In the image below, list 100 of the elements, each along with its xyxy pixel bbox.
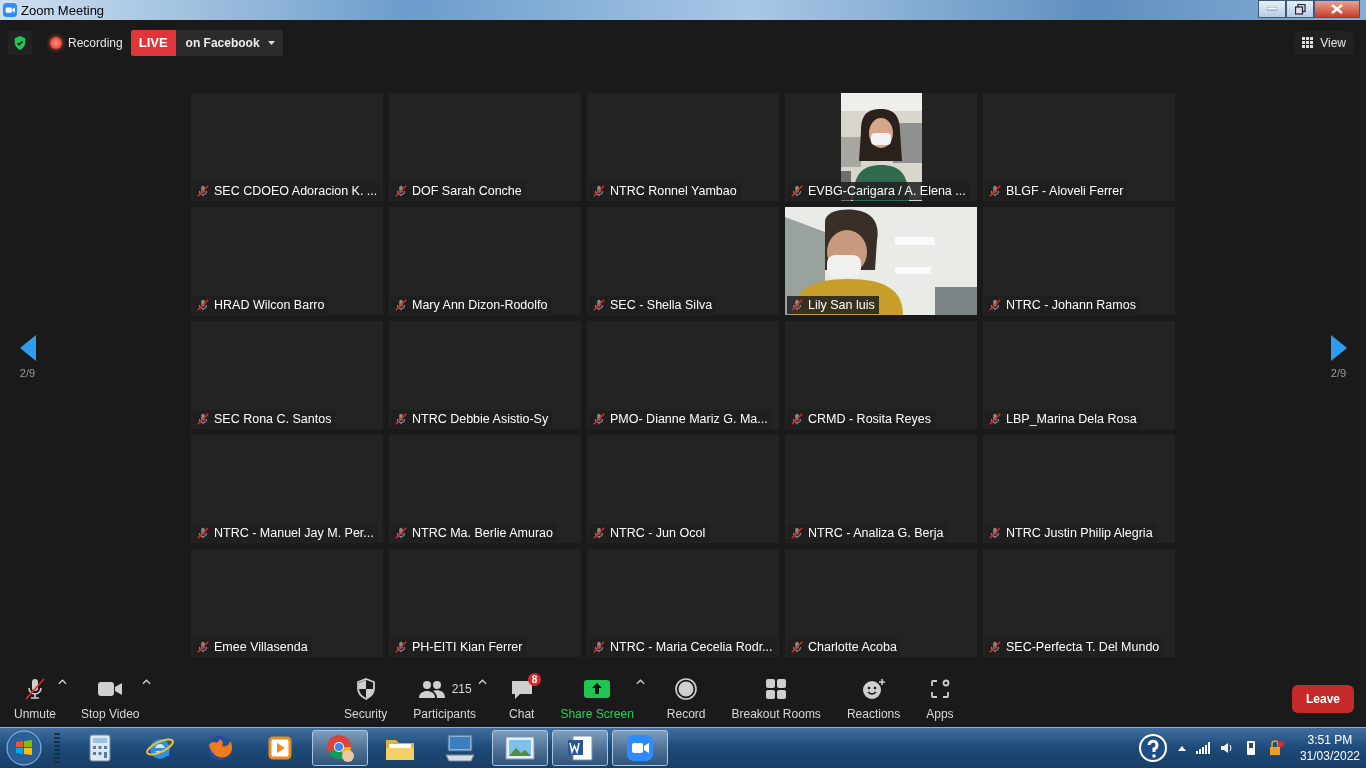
video-tile[interactable]: PH-EITI Kian Ferrer [389,549,581,657]
four-squares-icon [765,678,788,700]
participant-name: SEC-Perfecta T. Del Mundo [1006,640,1160,654]
video-tile[interactable]: Mary Ann Dizon-Rodolfo [389,207,581,315]
participant-name: NTRC Justin Philip Alegria [1006,526,1153,540]
video-tile[interactable]: NTRC - Jun Ocol [587,435,779,543]
video-tile[interactable]: PMO- Dianne Mariz G. Ma... [587,321,779,429]
security-badge[interactable] [8,30,32,55]
participant-name: SEC - Shella Silva [610,298,713,312]
participant-name: NTRC - Jun Ocol [610,526,706,540]
photo-viewer-icon [504,734,536,762]
smiley-plus-icon [861,678,886,700]
participant-name: Mary Ann Dizon-Rodolfo [412,298,548,312]
dropdown-caret-icon [267,40,275,45]
help-icon[interactable] [1137,733,1168,763]
video-tile[interactable]: SEC-Perfecta T. Del Mundo [983,549,1175,657]
toolbar-button[interactable]: Unmute [10,673,61,725]
speaker-icon[interactable] [1219,741,1234,755]
muted-microphone-icon [23,677,47,701]
live-stream-dropdown[interactable]: on Facebook [175,29,283,56]
minimize-icon [1267,7,1277,11]
people-icon [417,679,446,699]
toolbar-button[interactable]: Share Screen [556,673,638,725]
participant-name: NTRC Ma. Berlie Amurao [412,526,553,540]
video-tile[interactable]: DOF Sarah Conche [389,93,581,201]
participant-name: PH-EITI Kian Ferrer [412,640,523,654]
video-tile[interactable]: BLGF - Aloveli Ferrer [983,93,1175,201]
video-tile[interactable]: NTRC - Analiza G. Berja [785,435,977,543]
clock-time: 3:51 PM [1307,732,1353,748]
video-tile[interactable]: SEC Rona C. Santos [191,321,383,429]
taskbar-button[interactable] [492,730,548,766]
next-page-arrow-icon[interactable] [1330,335,1347,361]
caret-icon[interactable] [141,679,151,685]
video-tile[interactable]: Charlotte Acoba [785,549,977,657]
video-tile[interactable]: Lily San luis [785,207,977,315]
toolbar-button[interactable]: Record [662,673,710,725]
taskbar-button[interactable] [612,730,668,766]
video-tile[interactable]: SEC - Shella Silva [587,207,779,315]
record-icon [675,678,698,700]
previous-page-arrow-icon[interactable] [19,335,36,361]
close-icon [1331,4,1343,14]
video-tile[interactable]: NTRC - Johann Ramos [983,207,1175,315]
fox-globe-icon [205,733,235,763]
video-tile[interactable]: CRMD - Rosita Reyes [785,321,977,429]
video-tile[interactable]: NTRC Justin Philip Alegria [983,435,1175,543]
participant-name: EVBG-Carigara / A. Elena ... [808,184,966,198]
participant-name: CRMD - Rosita Reyes [808,412,931,426]
app-icon [3,3,17,17]
toolbar-button[interactable]: Reactions [842,673,905,725]
restore-button[interactable] [1286,0,1314,18]
video-tile[interactable]: LBP_Marina Dela Rosa [983,321,1175,429]
video-tile[interactable]: EVBG-Carigara / A. Elena ... [785,93,977,201]
toolbar-button[interactable]: Breakout Rooms [727,673,825,725]
video-tile[interactable]: NTRC - Maria Cecelia Rodr... [587,549,779,657]
toolbar-button[interactable]: 215 Participants [409,673,481,725]
start-orb-icon[interactable] [6,730,42,766]
participant-name: HRAD Wilcon Barro [214,298,325,312]
lock-warning-icon[interactable] [1267,740,1284,756]
video-tile[interactable]: SEC CDOEO Adoracion K. ... [191,93,383,201]
video-tile[interactable]: NTRC Debbie Asistio-Sy [389,321,581,429]
video-tile[interactable]: NTRC Ma. Berlie Amurao [389,435,581,543]
close-button[interactable] [1314,0,1360,18]
recording-label: Recording [68,35,123,50]
participant-name: LBP_Marina Dela Rosa [1006,412,1137,426]
caret-icon[interactable] [478,679,488,685]
toolbar-button[interactable]: Security [340,673,392,725]
restore-icon [1294,3,1306,15]
video-tile[interactable]: NTRC - Manuel Jay M. Per... [191,435,383,543]
clock-date: 31/03/2022 [1299,748,1360,764]
chat-bubble-icon [509,678,534,700]
participant-name: NTRC - Manuel Jay M. Per... [214,526,374,540]
taskbar-button[interactable] [552,730,608,766]
video-tile[interactable]: NTRC Ronnel Yambao [587,93,779,201]
video-tile[interactable]: HRAD Wilcon Barro [191,207,383,315]
notification-badge: 8 [527,673,542,686]
video-tile[interactable]: Emee Villasenda [191,549,383,657]
word-document-icon [565,733,595,763]
toolbar-button[interactable]: Chat 8 [505,673,539,725]
participant-name: NTRC - Maria Cecelia Rodr... [610,640,773,654]
toolbar-button[interactable]: Apps [922,673,958,725]
browser-wheel-icon [325,733,355,763]
window-title: Zoom Meeting [21,2,106,18]
participant-name: Charlotte Acoba [808,640,897,654]
participant-name: NTRC - Johann Ramos [1006,298,1136,312]
participant-name: Lily San luis [808,298,875,312]
taskbar-button[interactable] [312,730,368,766]
toolbar-button[interactable]: Stop Video [77,673,144,725]
caret-icon[interactable] [635,679,645,685]
minimize-button[interactable] [1258,0,1286,18]
shield-check-icon [13,34,27,51]
page-indicator: 2/9 [1330,367,1347,379]
show-hidden-icons-icon[interactable] [1177,745,1186,751]
participant-name: SEC CDOEO Adoracion K. ... [214,184,378,198]
signal-icon[interactable] [1195,742,1210,754]
grid-icon [1302,36,1315,49]
participant-name: BLGF - Aloveli Ferrer [1006,184,1124,198]
calculator-icon [88,734,112,762]
caret-icon[interactable] [58,679,68,685]
leave-button[interactable]: Leave [1291,685,1354,713]
view-button[interactable]: View [1294,30,1354,55]
